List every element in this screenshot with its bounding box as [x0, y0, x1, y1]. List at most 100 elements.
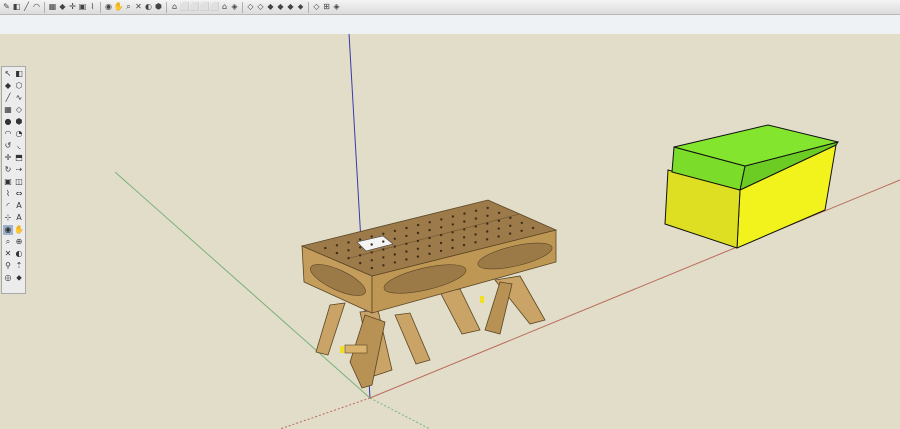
display-section-icon[interactable]: ◇	[312, 2, 321, 13]
workbench-model[interactable]	[300, 199, 558, 389]
dog-hole	[485, 238, 489, 241]
dog-hole	[451, 223, 454, 226]
top-view-icon[interactable]: ⬜	[180, 2, 190, 13]
palette-row: ↺ ◟	[2, 141, 25, 152]
dog-hole	[358, 238, 362, 241]
axes-tool-icon[interactable]: ⊹	[3, 213, 13, 223]
wireframe-icon[interactable]: ◇	[246, 2, 255, 13]
arc-tool-icon[interactable]: ◠	[3, 129, 13, 139]
dog-hole	[416, 231, 420, 235]
xray-icon[interactable]: ◈	[230, 2, 239, 13]
palette-row: ▣ ◫	[2, 177, 25, 188]
rotate-arc-icon[interactable]: ↺	[3, 141, 13, 151]
dog-hole	[428, 252, 431, 255]
tape-tool-icon[interactable]: ⌇	[3, 189, 13, 199]
box-model[interactable]	[664, 124, 840, 249]
zoom-tool-icon[interactable]: ⌕	[3, 237, 13, 247]
pie-tool-icon[interactable]: ◔	[14, 129, 24, 139]
rotated-rectangle-icon[interactable]: ◇	[14, 105, 24, 115]
line-tool-icon[interactable]: ╱	[3, 93, 13, 103]
shaded-icon[interactable]: ◆	[266, 2, 275, 13]
palette-row: ✛ ⬒	[2, 153, 25, 164]
zoom-window-icon[interactable]: ⊕	[14, 237, 24, 247]
dog-hole	[405, 234, 408, 238]
dimension-icon[interactable]: ⇔	[14, 189, 24, 199]
position-camera-icon[interactable]: ⚲	[3, 261, 13, 271]
move-icon[interactable]: ✛	[68, 2, 77, 13]
zoom-extents-icon[interactable]: ✕	[134, 2, 143, 13]
rectangle-tool-icon[interactable]: ▦	[3, 105, 13, 115]
right-view-icon[interactable]: ⬜	[200, 2, 210, 13]
components-icon[interactable]: ⬡	[14, 81, 24, 91]
dog-hole	[428, 244, 431, 248]
scale-icon[interactable]: ▣	[78, 2, 87, 13]
dog-hole	[509, 224, 512, 227]
iso-view-icon[interactable]: ⌂	[170, 2, 179, 13]
zoom-icon[interactable]: ⌕	[124, 2, 133, 13]
tool-palette: ↖ ◧ ◆ ⬡ ╱ ∿ ▦ ◇ ● ⬢ ◠ ◔ ↺ ◟ ✛ ⬒ ↻ ⇢ ▣ ◫ ⌇ ⇔ ◜ A ⊹ A ◉ ✋ ⌕ ⊕ ✕ ◐ ⚲ ⇡ ◎ ⬥	[1, 66, 26, 294]
pan-icon[interactable]: ✋	[114, 2, 124, 13]
previous-icon[interactable]: ◐	[14, 249, 24, 259]
text-tool-icon[interactable]: A	[14, 201, 24, 211]
palette-row: ✕ ◐	[2, 249, 25, 260]
dog-hole	[451, 215, 455, 218]
palette-row: ╱ ∿	[2, 93, 25, 104]
look-around-icon[interactable]: ◎	[3, 273, 13, 283]
hidden-line-icon[interactable]: ◇	[256, 2, 265, 13]
dog-hole	[463, 220, 466, 223]
back-view-icon[interactable]: ⬜	[210, 2, 220, 13]
rectangle-icon[interactable]: ▦	[48, 2, 57, 13]
move-tool-icon[interactable]: ✛	[3, 153, 13, 163]
shaded-textures-icon[interactable]: ◆	[276, 2, 285, 13]
front-view-icon[interactable]: ⬜	[190, 2, 200, 13]
dog-hole	[358, 246, 362, 249]
section-tool-icon[interactable]: ⬥	[14, 273, 24, 283]
polygon-tool-icon[interactable]: ⬢	[14, 117, 24, 127]
three-point-arc-icon[interactable]: ◟	[14, 141, 24, 151]
scale-tool-icon[interactable]: ▣	[3, 177, 13, 187]
section-cuts-icon[interactable]: ⊞	[322, 2, 331, 13]
dog-hole	[520, 221, 523, 225]
dog-hole	[474, 209, 478, 212]
dog-hole	[416, 239, 420, 243]
palette-row: ◎ ⬥	[2, 273, 25, 284]
orbit-tool-icon[interactable]: ◉	[3, 225, 13, 235]
model-viewport[interactable]	[0, 34, 900, 429]
eraser-tool-icon[interactable]: ◧	[14, 69, 24, 79]
paint-tool-icon[interactable]: ◆	[3, 81, 13, 91]
orbit-icon[interactable]: ◉	[104, 2, 113, 13]
monochrome-icon[interactable]: ◆	[286, 2, 295, 13]
select-icon[interactable]: ↖	[3, 69, 13, 79]
zoom-extents-tool-icon[interactable]: ✕	[3, 249, 13, 259]
dog-hole	[486, 230, 489, 233]
push-pull-icon[interactable]: ⬒	[14, 153, 24, 163]
tape-measure-icon[interactable]: ⌇	[88, 2, 97, 13]
dog-hole	[439, 233, 443, 237]
eraser-icon[interactable]: ◧	[12, 2, 21, 13]
3d-text-icon[interactable]: A	[14, 213, 24, 223]
walk-icon[interactable]: ⇡	[14, 261, 24, 271]
section-plane-icon[interactable]: ⬥	[296, 2, 305, 13]
arc-icon[interactable]: ◠	[32, 2, 41, 13]
palette-row: ◆ ⬡	[2, 81, 25, 92]
dog-hole	[428, 228, 431, 232]
line-icon[interactable]: ╱	[22, 2, 31, 13]
pan-tool-icon[interactable]: ✋	[14, 225, 24, 235]
dog-hole	[439, 249, 443, 253]
protractor-icon[interactable]: ◜	[3, 201, 13, 211]
dog-hole	[486, 206, 489, 210]
circle-tool-icon[interactable]: ●	[3, 117, 13, 127]
paint-bucket-icon[interactable]: ◆	[58, 2, 67, 13]
follow-me-icon[interactable]: ⇢	[14, 165, 24, 175]
dog-hole	[405, 226, 408, 230]
dog-hole	[463, 212, 466, 215]
styles-icon[interactable]: ◈	[332, 2, 341, 13]
warehouse-icon[interactable]: ⬢	[154, 2, 163, 13]
pencil-icon[interactable]: ✎	[2, 2, 11, 13]
offset-tool-icon[interactable]: ◫	[14, 177, 24, 187]
freehand-icon[interactable]: ∿	[14, 93, 24, 103]
left-view-icon[interactable]: ⌂	[220, 2, 229, 13]
rotate-tool-icon[interactable]: ↻	[3, 165, 13, 175]
bench-leg	[439, 288, 481, 335]
previous-view-icon[interactable]: ◐	[144, 2, 153, 13]
